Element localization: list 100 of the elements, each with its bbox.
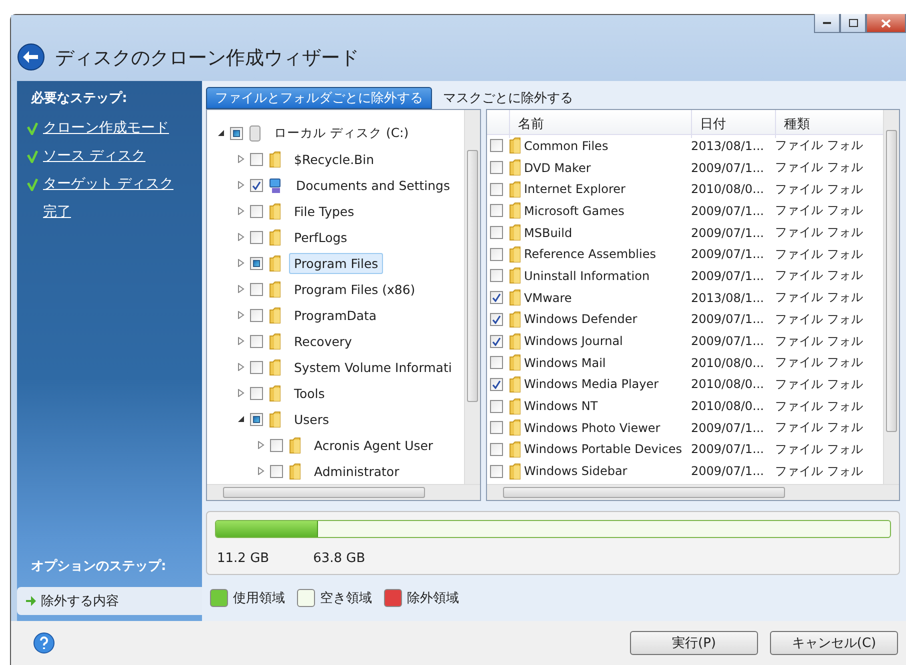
file-name: MSBuild: [524, 226, 572, 240]
step-link[interactable]: クローン作成モード: [27, 119, 169, 137]
expand-arrow-icon[interactable]: [237, 337, 245, 345]
collapse-arrow-icon[interactable]: [217, 129, 225, 137]
checkbox[interactable]: [490, 442, 503, 456]
expand-arrow-icon[interactable]: [237, 155, 245, 163]
checkbox[interactable]: [490, 248, 503, 261]
expand-arrow-icon[interactable]: [237, 311, 245, 319]
collapse-arrow-icon[interactable]: [237, 415, 245, 423]
folder-icon: [509, 354, 521, 372]
horizontal-scrollbar[interactable]: [487, 484, 899, 500]
checkbox[interactable]: [250, 412, 263, 426]
step-link[interactable]: 完了: [27, 203, 71, 221]
checkbox[interactable]: [490, 269, 503, 282]
checkbox[interactable]: [490, 464, 503, 478]
date-cell-text: 2009/07/1...: [691, 334, 765, 348]
step-link[interactable]: ターゲット ディスク: [27, 175, 174, 193]
tree-item[interactable]: ProgramData: [289, 304, 382, 326]
expand-arrow-icon[interactable]: [237, 207, 245, 215]
file-name: Internet Explorer: [524, 182, 626, 196]
tree-item[interactable]: ローカル ディスク (C:): [269, 122, 414, 144]
type-cell-text: ファイル フォル: [775, 310, 864, 328]
file-name: DVD Maker: [524, 160, 591, 175]
help-icon[interactable]: [33, 632, 55, 654]
step-item[interactable]: 除外する内容: [17, 587, 202, 615]
checkbox[interactable]: [490, 139, 503, 152]
check-icon: [27, 122, 38, 134]
type-cell-text: ファイル フォル: [775, 462, 864, 480]
expand-arrow-icon[interactable]: [237, 285, 245, 293]
checkbox[interactable]: [250, 152, 263, 166]
tree-item[interactable]: Tools: [289, 382, 330, 404]
type-cell-text: ファイル フォル: [775, 224, 864, 242]
checkbox[interactable]: [490, 334, 503, 348]
checkbox[interactable]: [490, 356, 503, 370]
tab[interactable]: マスクごとに除外する: [434, 87, 582, 109]
checkbox[interactable]: [490, 182, 503, 196]
tab[interactable]: ファイルとフォルダごとに除外する: [206, 87, 432, 109]
checkbox[interactable]: [250, 308, 263, 322]
folder-icon: [509, 332, 521, 350]
sidebar-heading: 必要なステップ:: [30, 90, 128, 108]
checkbox[interactable]: [250, 386, 263, 400]
column-header[interactable]: 日付: [691, 110, 775, 138]
checkbox[interactable]: [250, 282, 263, 296]
checkbox[interactable]: [490, 378, 503, 391]
tree-item[interactable]: Acronis Agent User: [309, 434, 438, 456]
step-link[interactable]: ソース ディスク: [27, 147, 146, 165]
close-button[interactable]: [866, 14, 906, 33]
vertical-scrollbar[interactable]: [883, 110, 899, 484]
tree-item[interactable]: File Types: [289, 200, 360, 222]
folder-icon: [269, 384, 281, 402]
expand-arrow-icon[interactable]: [237, 389, 245, 397]
date-cell-text: 2009/07/1...: [691, 160, 765, 175]
tree-item[interactable]: PerfLogs: [289, 226, 352, 248]
checkbox[interactable]: [490, 312, 503, 326]
date-cell-text: 2009/07/1...: [691, 420, 765, 435]
expand-arrow-icon[interactable]: [257, 441, 265, 449]
tree-item[interactable]: System Volume Informati: [289, 356, 457, 378]
folder-icon: [269, 228, 281, 246]
expand-arrow-icon[interactable]: [237, 363, 245, 371]
checkbox[interactable]: [250, 360, 263, 374]
dialog-button[interactable]: キャンセル(C): [770, 631, 898, 655]
type-cell-text: ファイル フォル: [775, 202, 864, 220]
file-name: Windows NT: [524, 399, 598, 414]
checkbox[interactable]: [490, 400, 503, 413]
expand-arrow-icon[interactable]: [257, 467, 265, 475]
checkbox[interactable]: [250, 230, 263, 244]
checkbox[interactable]: [490, 421, 503, 434]
expand-arrow-icon[interactable]: [237, 181, 245, 189]
dialog-button[interactable]: 実行(P): [630, 631, 758, 655]
vertical-scrollbar[interactable]: [464, 110, 480, 484]
tree-item[interactable]: Program Files (x86): [289, 278, 420, 300]
tree-item[interactable]: Recovery: [289, 330, 357, 352]
checkbox[interactable]: [490, 291, 503, 304]
horizontal-scrollbar[interactable]: [207, 484, 480, 500]
sidebar-heading: オプションのステップ:: [30, 558, 168, 576]
maximize-button[interactable]: [840, 14, 866, 33]
type-cell-text: ファイル フォル: [775, 354, 864, 372]
type-cell-text: ファイル フォル: [775, 440, 864, 458]
tree-item[interactable]: Program Files: [289, 252, 384, 274]
tree-item[interactable]: Administrator: [309, 460, 404, 482]
tree-item[interactable]: $Recycle.Bin: [289, 148, 380, 170]
checkbox[interactable]: [490, 161, 503, 174]
checkbox[interactable]: [490, 204, 503, 218]
checkbox[interactable]: [250, 204, 263, 218]
checkbox[interactable]: [250, 256, 263, 270]
expand-arrow-icon[interactable]: [237, 259, 245, 267]
legend-label: 除外領域: [407, 590, 459, 607]
date-cell-text: 2009/07/1...: [691, 226, 765, 240]
checkbox[interactable]: [270, 438, 283, 452]
tree-item[interactable]: Documents and Settings: [291, 174, 456, 196]
checkbox[interactable]: [230, 126, 243, 140]
checkbox[interactable]: [250, 334, 263, 348]
expand-arrow-icon[interactable]: [237, 233, 245, 241]
checkbox[interactable]: [490, 226, 503, 240]
date-cell-text: 2013/08/1...: [691, 290, 765, 305]
checkbox[interactable]: [270, 464, 283, 478]
checkbox[interactable]: [250, 178, 263, 192]
tree-item[interactable]: Users: [289, 408, 334, 430]
minimize-button[interactable]: [814, 14, 840, 33]
folder-icon: [509, 159, 521, 176]
